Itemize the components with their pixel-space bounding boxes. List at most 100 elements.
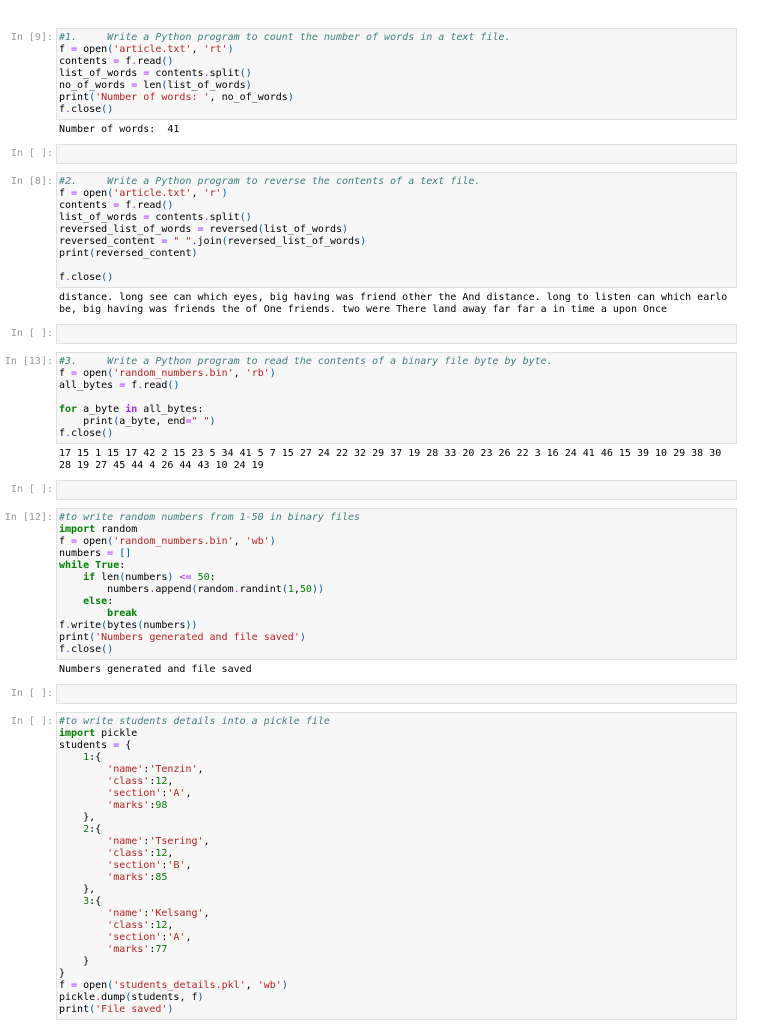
code-line: 'name':'Tsering', <box>107 836 210 847</box>
code-line: ​ <box>59 328 734 340</box>
code-line: 'section':'B', <box>107 860 192 871</box>
code-line: list_of_words = contents.split() <box>59 68 252 79</box>
notebook: In [9]: #1. Write a Python program to cou… <box>0 0 768 1020</box>
code-line: } <box>59 968 66 979</box>
notebook-cell: In [13]: #3. Write a Python program to re… <box>0 352 768 472</box>
code-line: students = { <box>59 740 132 751</box>
code-input[interactable]: ​ <box>56 684 737 704</box>
code-line: #to write students details into a pickle… <box>59 716 330 727</box>
code-line: 'marks':85 <box>107 872 168 883</box>
code-line: ​ <box>59 484 734 496</box>
code-line: 2:{ <box>83 824 102 835</box>
code-line: print(reversed_content) <box>59 248 198 259</box>
code-line: 3:{ <box>83 896 102 907</box>
code-line: ​ <box>59 260 734 272</box>
cell-output: distance. long see can which eyes, big h… <box>56 288 737 316</box>
code-line: #to write random numbers from 1-50 in bi… <box>59 512 361 523</box>
code-line: }, <box>59 884 96 895</box>
output-line: distance. long see can which eyes, big h… <box>59 292 728 303</box>
code-line: f = open('article.txt', 'rt') <box>59 44 234 55</box>
cell-prompt: In [ ]: <box>10 688 53 699</box>
code-line: f = open('random_numbers.bin', 'rb') <box>59 368 276 379</box>
code-line: while True: <box>59 560 126 571</box>
code-line: print(a_byte, end=" ") <box>59 416 216 427</box>
code-line: for a_byte in all_bytes: <box>59 404 204 415</box>
code-line: import pickle <box>59 728 138 739</box>
cell-prompt: In [ ]: <box>10 484 53 495</box>
code-input[interactable]: ​ <box>56 480 737 500</box>
code-line: contents = f.read() <box>59 56 174 67</box>
code-line: ​ <box>59 392 734 404</box>
code-line: import random <box>59 524 138 535</box>
code-line: f.close() <box>59 428 114 439</box>
code-line: f.close() <box>59 644 114 655</box>
code-line: #1. Write a Python program to count the … <box>59 32 511 43</box>
output-line: 28 19 27 45 44 4 26 44 43 10 24 19 <box>59 460 264 471</box>
cell-output: Numbers generated and file saved <box>56 660 737 676</box>
code-line: f.close() <box>59 272 114 283</box>
code-line: reversed_content = " ".join(reversed_lis… <box>59 236 367 247</box>
notebook-cell: In [ ]: #to write students details into a… <box>0 712 768 1020</box>
notebook-cell: In [9]: #1. Write a Python program to cou… <box>0 28 768 136</box>
code-line: break <box>107 608 138 619</box>
code-line: f.close() <box>59 104 114 115</box>
notebook-cell: In [ ]: ​ <box>0 480 768 500</box>
code-input[interactable]: #to write random numbers from 1-50 in bi… <box>56 508 737 660</box>
code-line: else: <box>83 596 114 607</box>
cell-output: 17 15 1 15 17 42 2 15 23 5 34 41 5 7 15 … <box>56 444 737 472</box>
code-line: print('File saved') <box>59 1004 174 1015</box>
output-line: 17 15 1 15 17 42 2 15 23 5 34 41 5 7 15 … <box>59 448 722 459</box>
code-line: numbers.append(random.randint(1,50)) <box>59 584 325 595</box>
code-line: if len(numbers) <= 50: <box>83 572 216 583</box>
code-line: 'name':'Kelsang', <box>107 908 210 919</box>
code-line: all_bytes = f.read() <box>59 380 180 391</box>
cell-prompt: In [13]: <box>4 356 53 367</box>
notebook-cell: In [ ]: ​ <box>0 144 768 164</box>
code-line: no_of_words = len(list_of_words) <box>59 80 252 91</box>
code-line: print('Numbers generated and file saved'… <box>59 632 306 643</box>
cell-prompt: In [ ]: <box>10 328 53 339</box>
cell-prompt: In [9]: <box>10 32 53 43</box>
code-line: print('Number of words: ', no_of_words) <box>59 92 294 103</box>
code-line: ​ <box>59 688 734 700</box>
code-input[interactable]: ​ <box>56 144 737 164</box>
cell-prompt: In [ ]: <box>10 716 53 727</box>
code-line: #3. Write a Python program to read the c… <box>59 356 553 367</box>
notebook-cell: In [8]: #2. Write a Python program to rev… <box>0 172 768 316</box>
code-line: } <box>59 956 90 967</box>
notebook-cell: In [ ]: ​ <box>0 324 768 344</box>
code-line: #2. Write a Python program to reverse th… <box>59 176 481 187</box>
cell-prompt: In [12]: <box>4 512 53 523</box>
output-line: Number of words: 41 <box>59 124 180 135</box>
code-line: contents = f.read() <box>59 200 174 211</box>
code-line: f = open('students_details.pkl', 'wb') <box>59 980 288 991</box>
code-line: }, <box>59 812 96 823</box>
code-input[interactable]: ​ <box>56 324 737 344</box>
code-input[interactable]: #to write students details into a pickle… <box>56 712 737 1020</box>
cell-prompt: In [ ]: <box>10 148 53 159</box>
code-line: list_of_words = contents.split() <box>59 212 252 223</box>
output-line: be, big having was friends the of One fr… <box>59 304 668 315</box>
cell-prompt: In [8]: <box>10 176 53 187</box>
code-line: f = open('random_numbers.bin', 'wb') <box>59 536 276 547</box>
code-line: 'marks':77 <box>107 944 168 955</box>
code-line: numbers = [] <box>59 548 132 559</box>
code-line: f = open('article.txt', 'r') <box>59 188 228 199</box>
code-line: 'name':'Tenzin', <box>107 764 204 775</box>
code-input[interactable]: #1. Write a Python program to count the … <box>56 28 737 120</box>
code-line: 'class':12, <box>107 848 174 859</box>
cell-output: Number of words: 41 <box>56 120 737 136</box>
code-line: 'class':12, <box>107 776 174 787</box>
code-line: 'section':'A', <box>107 788 192 799</box>
code-line: ​ <box>59 148 734 160</box>
code-input[interactable]: #2. Write a Python program to reverse th… <box>56 172 737 288</box>
code-line: 'section':'A', <box>107 932 192 943</box>
code-line: 1:{ <box>83 752 102 763</box>
code-input[interactable]: #3. Write a Python program to read the c… <box>56 352 737 444</box>
code-line: f.write(bytes(numbers)) <box>59 620 198 631</box>
code-line: 'class':12, <box>107 920 174 931</box>
code-line: 'marks':98 <box>107 800 168 811</box>
output-line: Numbers generated and file saved <box>59 664 252 675</box>
code-line: reversed_list_of_words = reversed(list_o… <box>59 224 349 235</box>
notebook-cell: In [ ]: ​ <box>0 684 768 704</box>
